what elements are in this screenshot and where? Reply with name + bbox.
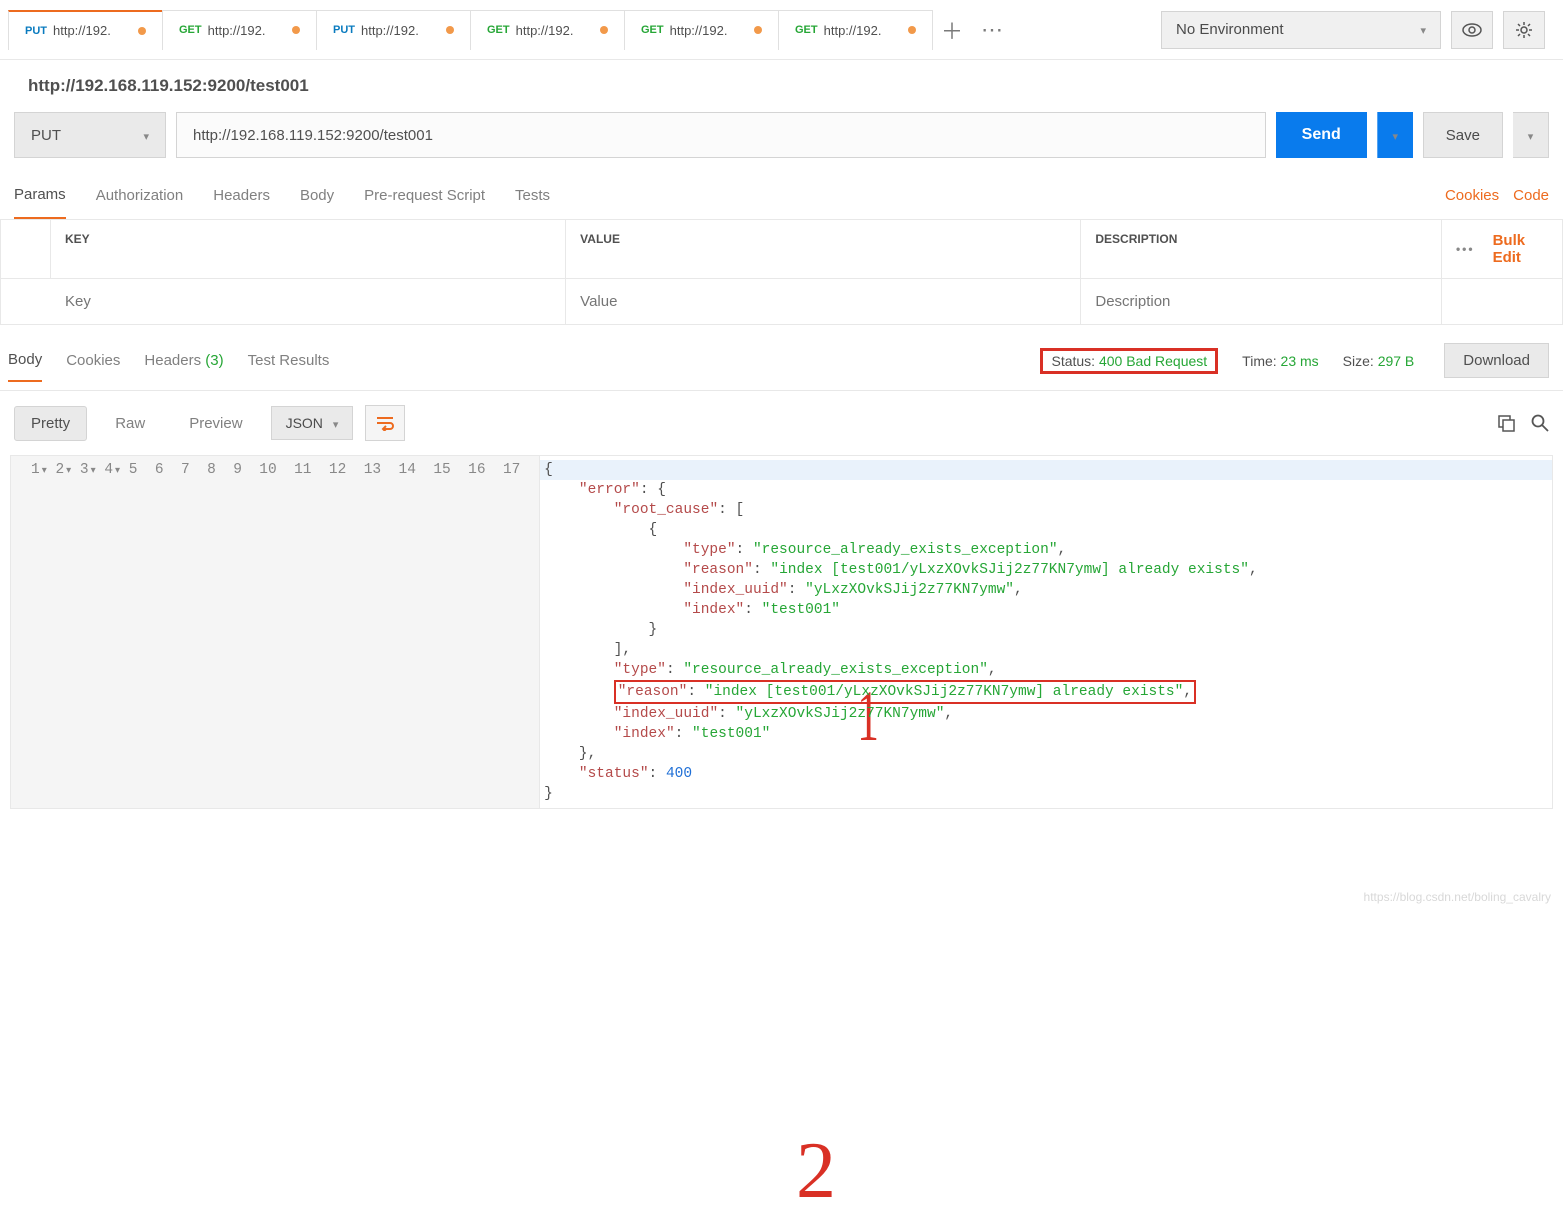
status-annotation-box: Status: 400 Bad Request [1040,348,1218,374]
response-body-editor[interactable]: 1▾ 2▾ 3▾ 4▾ 5 6 7 8 9 10 11 12 13 14 15 … [10,455,1553,809]
tab-url: http://192. [670,23,728,38]
response-status-bar: Status: 400 Bad Request Time: 23 ms Size… [1040,343,1549,390]
copy-icon [1497,414,1515,432]
time-label: Time: [1242,353,1276,369]
eye-icon [1462,23,1482,37]
status-value: 400 Bad Request [1099,353,1207,369]
unsaved-dot-icon [292,26,300,34]
param-value-input[interactable] [566,279,1081,324]
tab-method: GET [641,24,664,36]
unsaved-dot-icon [446,26,454,34]
resp-tab-body[interactable]: Body [8,351,42,382]
wrap-icon [375,415,395,431]
time-value: 23 ms [1281,353,1319,369]
size-label: Size: [1343,353,1374,369]
resp-tab-headers[interactable]: Headers (3) [144,352,223,381]
copy-button[interactable] [1497,414,1515,432]
url-bar: PUT Send Save [0,112,1563,168]
status-label: Status: [1051,353,1095,369]
tab-method: PUT [25,25,47,37]
gear-icon [1515,21,1533,39]
tabs-bar: PUT http://192. GET http://192. PUT http… [0,0,1563,60]
headers-count: (3) [205,352,223,369]
tab-method: GET [795,24,818,36]
tab-request-1[interactable]: GET http://192. [162,10,317,50]
size-value: 297 B [1378,353,1415,369]
body-view-toolbar: Pretty Raw Preview JSON [0,391,1563,455]
tab-url: http://192. [361,23,419,38]
params-table: KEY VALUE DESCRIPTION ••• Bulk Edit [0,220,1563,325]
tab-url: http://192. [824,23,882,38]
column-value: VALUE [566,220,1081,278]
request-title: http://192.168.119.152:9200/test001 [0,60,1563,112]
param-key-input[interactable] [51,279,566,324]
resp-tab-cookies[interactable]: Cookies [66,352,120,381]
tab-request-5[interactable]: GET http://192. [778,10,933,50]
tab-prerequest[interactable]: Pre-request Script [364,187,485,218]
chevron-down-icon [143,127,149,144]
column-description: DESCRIPTION [1081,220,1442,278]
tab-request-4[interactable]: GET http://192. [624,10,779,50]
unsaved-dot-icon [908,26,916,34]
tab-url: http://192. [53,23,111,38]
watermark: https://blog.csdn.net/boling_cavalry [1364,890,1551,904]
send-options-button[interactable] [1377,112,1413,158]
chevron-down-icon [1393,128,1399,143]
column-key: KEY [51,220,566,278]
new-tab-button[interactable]: ＋ [932,14,972,46]
unsaved-dot-icon [754,26,762,34]
unsaved-dot-icon [600,26,608,34]
environment-bar: No Environment [1161,11,1555,49]
tab-method: GET [179,24,202,36]
http-method-select[interactable]: PUT [14,112,166,158]
environment-select[interactable]: No Environment [1161,11,1441,49]
search-button[interactable] [1531,414,1549,432]
tab-authorization[interactable]: Authorization [96,187,184,218]
chevron-down-icon [1528,128,1534,143]
tab-method: PUT [333,24,355,36]
resp-tab-testresults[interactable]: Test Results [248,352,330,381]
view-pretty-button[interactable]: Pretty [14,406,87,441]
save-options-button[interactable] [1513,112,1549,158]
tab-request-3[interactable]: GET http://192. [470,10,625,50]
http-method-label: PUT [31,127,61,144]
format-select[interactable]: JSON [271,406,354,440]
settings-button[interactable] [1503,11,1545,49]
tab-url: http://192. [208,23,266,38]
wrap-lines-button[interactable] [365,405,405,441]
view-raw-button[interactable]: Raw [99,407,161,440]
download-button[interactable]: Download [1444,343,1549,378]
tab-body[interactable]: Body [300,187,334,218]
reason-annotation-box: "reason": "index [test001/yLxzXOvkSJij2z… [614,680,1196,704]
tab-method: GET [487,24,510,36]
send-button[interactable]: Send [1276,112,1367,158]
tab-overflow-button[interactable]: ⋯ [972,17,1012,43]
environment-label: No Environment [1176,21,1284,38]
environment-quicklook-button[interactable] [1451,11,1493,49]
tab-url: http://192. [516,23,574,38]
chevron-down-icon [333,415,339,431]
tab-request-2[interactable]: PUT http://192. [316,10,471,50]
code-content: { "error": { "root_cause": [ { "type": "… [540,456,1552,808]
save-button[interactable]: Save [1423,112,1503,158]
search-icon [1531,414,1549,432]
request-tabs: Params Authorization Headers Body Pre-re… [0,168,1563,220]
param-desc-input[interactable] [1081,279,1442,324]
chevron-down-icon [1420,21,1426,38]
unsaved-dot-icon [138,27,146,35]
view-preview-button[interactable]: Preview [173,407,258,440]
tab-headers[interactable]: Headers [213,187,270,218]
cookies-link[interactable]: Cookies [1445,187,1499,204]
tab-params[interactable]: Params [14,186,66,219]
code-link[interactable]: Code [1513,187,1549,204]
response-tabs: Body Cookies Headers (3) Test Results St… [0,325,1563,391]
tab-tests[interactable]: Tests [515,187,550,218]
bulk-edit-link[interactable]: Bulk Edit [1493,232,1548,266]
annotation-2: 2 [796,1126,836,1217]
more-options-icon[interactable]: ••• [1456,242,1475,256]
url-input[interactable] [176,112,1266,158]
line-gutter: 1▾ 2▾ 3▾ 4▾ 5 6 7 8 9 10 11 12 13 14 15 … [11,456,540,808]
tab-request-0[interactable]: PUT http://192. [8,10,163,50]
